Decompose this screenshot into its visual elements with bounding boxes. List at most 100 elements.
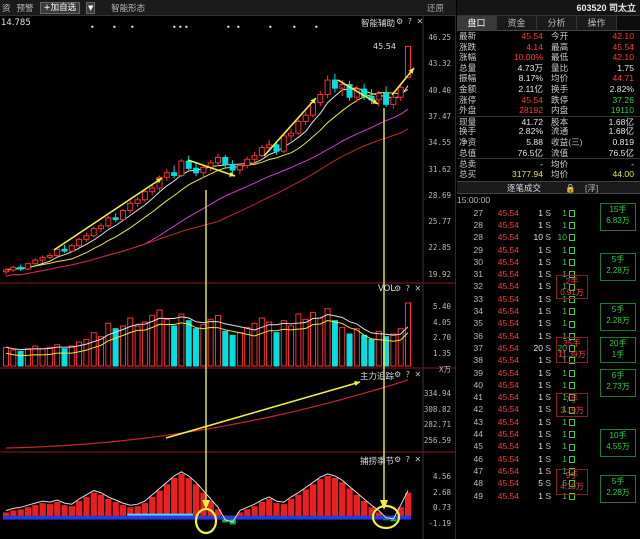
kline-chart-area[interactable]: 资 预警 +加自选 ▼ 智能形态 还原 • • • • • • • • • • • 14.785 智…	[0, 0, 456, 539]
main-force-line	[5, 379, 409, 449]
candle-body	[105, 217, 112, 227]
trade-row: 46 45.54 1 S1	[457, 453, 577, 466]
catch-season-label: 捕捞季节	[360, 457, 395, 467]
trade-time: 35	[473, 318, 483, 329]
quote-value: 3177.94	[511, 168, 543, 179]
trend-arrow-2-head	[229, 171, 235, 177]
quote-row: 总值 76.5亿 流值 76.5亿	[457, 148, 640, 159]
volume-bar	[3, 346, 9, 367]
trade-price: 45.54	[497, 404, 519, 415]
vol-tools-icon[interactable]: ⚙ ? ✕	[394, 284, 422, 293]
volume-bar	[200, 324, 207, 367]
volume-bar	[68, 345, 75, 367]
candle-body	[163, 172, 170, 178]
trade-price: 45.54	[497, 232, 519, 243]
candle-body	[375, 93, 382, 101]
candle-body	[229, 164, 236, 171]
tab-operation[interactable]: 操作	[577, 16, 617, 30]
candle-body	[397, 86, 404, 98]
trade-time: 31	[473, 269, 483, 280]
volume-bar	[317, 317, 324, 367]
catch-tools-icon[interactable]: ⚙ ? ✕	[394, 455, 422, 464]
trade-time: 47	[473, 465, 483, 476]
candle-body	[119, 210, 126, 221]
candle-body	[134, 199, 141, 204]
candle-body	[258, 147, 265, 157]
quote-value: 37.26	[612, 94, 634, 105]
trade-volume: 1 S	[538, 453, 551, 464]
catch-bar	[244, 509, 251, 517]
quote-value: 42.10	[612, 31, 634, 41]
trade-time: 38	[473, 355, 483, 366]
quote-value: 45.54	[521, 31, 543, 41]
trade-volume: 1 S	[538, 330, 551, 341]
quote-tabs: 盘口 资金 分析 操作	[457, 16, 640, 31]
catch-bar	[39, 503, 46, 517]
tab-funds[interactable]: 资金	[497, 16, 537, 30]
candle-body	[288, 132, 295, 137]
catch-bar	[178, 473, 185, 517]
volume-bar	[339, 326, 346, 367]
catch-bar	[295, 494, 302, 517]
volume-bar	[119, 325, 126, 367]
trade-volume: 1 S	[538, 244, 551, 255]
axis-tick-main_force_panel: 308.82	[423, 404, 451, 414]
candle-body	[98, 225, 105, 230]
volume-bar	[61, 348, 68, 367]
quote-label: 现量	[459, 116, 477, 127]
trade-volume: 1 S	[538, 269, 551, 280]
quote-value: 45.54	[521, 94, 543, 105]
panel-tools-icon[interactable]: ⚙ ? ✕	[396, 17, 424, 26]
quote-value: 2.11亿	[518, 83, 543, 94]
candle-body	[251, 155, 258, 160]
volume-bar	[288, 325, 295, 367]
axis-tick-volume_panel: 4.05	[432, 317, 451, 327]
trade-row: 15:00:00	[457, 194, 577, 207]
axis-tick-price_panel: 46.25	[428, 33, 451, 42]
trade-volume: 1 S	[538, 318, 551, 329]
smart-assist-label: 智能辅助	[361, 19, 396, 29]
quote-row: 现量 41.72 股本 1.68亿	[457, 115, 640, 127]
main-force-tools-icon[interactable]: ⚙ ? ✕	[394, 370, 422, 379]
float-button[interactable]: [浮]	[585, 182, 598, 194]
trade-time: 27	[473, 207, 483, 218]
trade-count: 1	[551, 416, 575, 429]
order-box: 10手 4.55万	[600, 429, 636, 458]
candle-body	[214, 156, 221, 164]
candle-body	[127, 202, 134, 212]
volume-bar	[324, 308, 331, 367]
trades-list: 15:00:00 27 45.54 1 S 1 28 45.54 1 S 1 28 45.54 10 …	[457, 194, 640, 504]
quote-value: 28192	[519, 105, 543, 116]
catch-bar	[273, 503, 280, 517]
volume-bar	[331, 320, 338, 367]
tab-analysis[interactable]: 分析	[537, 16, 577, 30]
quote-value: 4.14	[526, 41, 543, 52]
axis-tick-price_panel: 34.55	[428, 138, 451, 148]
quote-row: 振幅 8.17% 均价 44.71	[457, 73, 640, 84]
catch-bar	[405, 492, 412, 517]
tab-order-book[interactable]: 盘口	[457, 16, 497, 30]
lock-icon[interactable]: 🔒	[565, 182, 576, 194]
catch-bar	[171, 478, 178, 517]
catch-bar	[83, 496, 90, 517]
volume-bar	[46, 346, 53, 367]
candle-body	[317, 93, 324, 104]
trade-time: 15:00:00	[457, 195, 491, 206]
candle-body	[54, 248, 61, 257]
trade-time: 34	[473, 306, 483, 316]
trade-row: 39 45.54 1 S1	[457, 367, 577, 380]
trade-time: 45	[473, 441, 483, 452]
axis-tick-price_panel: 37.47	[428, 111, 451, 121]
axis-tick-price_panel: 22.85	[428, 243, 451, 253]
trade-volume: 1 S	[538, 392, 551, 403]
trade-row: 40 45.54 1 S1	[457, 379, 577, 392]
candle-body	[83, 235, 90, 240]
signal-dot: •	[292, 23, 297, 32]
volume-bar	[39, 348, 46, 367]
volume-bar	[273, 332, 280, 367]
quote-label: 跌停	[551, 94, 569, 105]
catch-bar	[309, 484, 317, 517]
quote-row: 涨跌 4.14 最高 45.54	[457, 42, 640, 53]
trade-volume: 1 S	[538, 367, 551, 378]
quote-label: 最新	[459, 31, 477, 41]
